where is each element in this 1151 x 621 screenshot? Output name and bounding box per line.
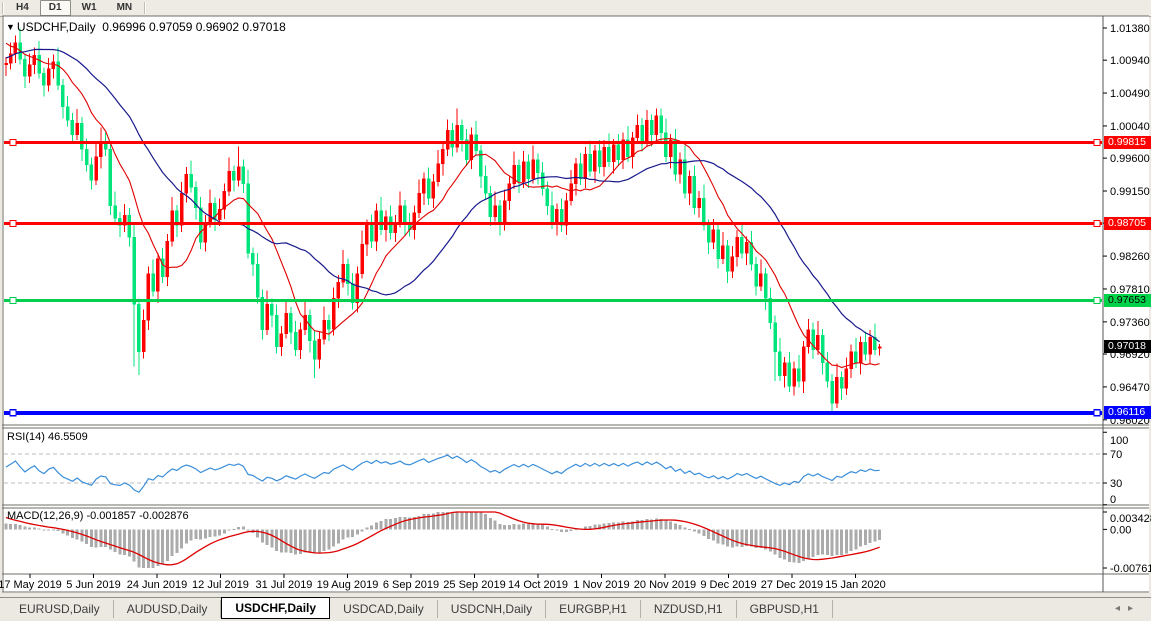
rsi-axis-label: 100 bbox=[1110, 435, 1128, 447]
x-axis-label: 14 Oct 2019 bbox=[508, 579, 568, 591]
support-level-badge: 0.97653 bbox=[1104, 294, 1151, 307]
mt4-terminal: { "toolbar": { "buttons": [ {"label": "H… bbox=[0, 0, 1151, 621]
x-axis-label: 6 Sep 2019 bbox=[383, 579, 439, 591]
y-axis-label: 1.00940 bbox=[1110, 55, 1150, 67]
x-axis-label: 25 Sep 2019 bbox=[443, 579, 505, 591]
x-axis-label: 19 Aug 2019 bbox=[317, 579, 379, 591]
x-axis-label: 20 Nov 2019 bbox=[634, 579, 696, 591]
rsi-axis-label: 0 bbox=[1110, 494, 1116, 506]
x-axis-label: 5 Jun 2019 bbox=[66, 579, 120, 591]
macd-axis-label: 0.00 bbox=[1110, 524, 1131, 536]
chart-title: ▼USDCHF,Daily 0.96996 0.97059 0.96902 0.… bbox=[6, 20, 286, 34]
x-axis-label: 31 Jul 2019 bbox=[256, 579, 313, 591]
macd-axis-label: -0.007615 bbox=[1110, 563, 1151, 575]
x-axis-label: 1 Nov 2019 bbox=[573, 579, 629, 591]
y-axis-label: 0.99150 bbox=[1110, 186, 1150, 198]
y-axis-label: 1.00040 bbox=[1110, 121, 1150, 133]
x-axis-label: 27 Dec 2019 bbox=[761, 579, 823, 591]
rsi-axis-label: 70 bbox=[1110, 449, 1122, 461]
x-axis-label: 9 Dec 2019 bbox=[700, 579, 756, 591]
current-price-badge: 0.97018 bbox=[1104, 340, 1151, 353]
chart-symbol-label: USDCHF,Daily bbox=[17, 20, 96, 34]
y-axis-label: 1.00490 bbox=[1110, 88, 1150, 100]
x-axis-label: 24 Jun 2019 bbox=[127, 579, 188, 591]
chart-ohlc-values: 0.96996 0.97059 0.96902 0.97018 bbox=[102, 20, 286, 34]
y-axis-label: 0.98260 bbox=[1110, 251, 1150, 263]
x-axis-label: 15 Jan 2020 bbox=[825, 579, 886, 591]
macd-indicator-label: MACD(12,26,9) -0.001857 -0.002876 bbox=[7, 510, 189, 522]
support-level-badge: 0.96116 bbox=[1104, 406, 1151, 419]
y-axis-label: 1.01380 bbox=[1110, 23, 1150, 35]
price-chart-canvas[interactable]: 1.01380 1.00940 1.00490 1.00040 0.99600 0.991… bbox=[0, 0, 1151, 621]
symbol-marker-icon: ▼ bbox=[6, 22, 15, 32]
x-axis-label: 17 May 2019 bbox=[0, 579, 62, 591]
macd-axis-label: 0.003428 bbox=[1110, 513, 1151, 525]
rsi-axis-label: 30 bbox=[1110, 478, 1122, 490]
resistance-level-badge: 0.98705 bbox=[1104, 217, 1151, 230]
y-axis-label: 0.99600 bbox=[1110, 153, 1150, 165]
rsi-indicator-label: RSI(14) 46.5509 bbox=[7, 431, 88, 443]
y-axis-label: 0.97360 bbox=[1110, 317, 1150, 329]
resistance-level-badge: 0.99815 bbox=[1104, 136, 1151, 149]
x-axis-label: 12 Jul 2019 bbox=[192, 579, 249, 591]
y-axis-label: 0.96470 bbox=[1110, 382, 1150, 394]
